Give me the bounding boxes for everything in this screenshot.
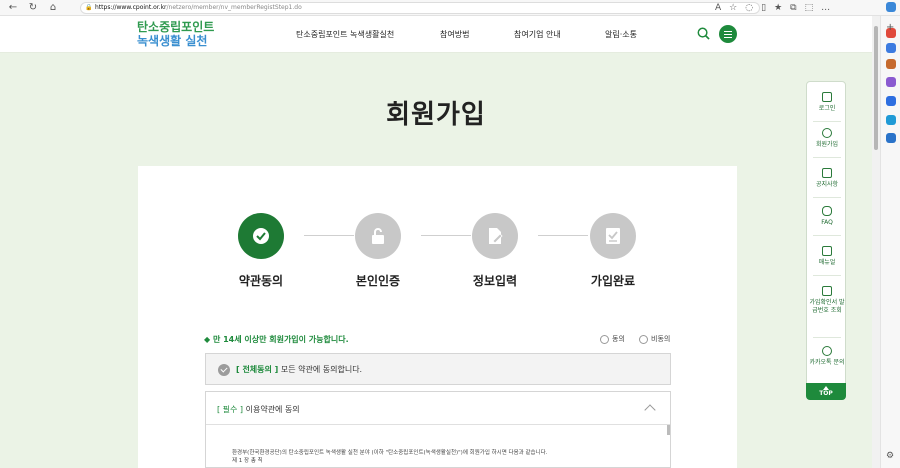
agree-all-label: 모든 약관에 동의합니다. <box>280 365 363 374</box>
quick-faq[interactable]: FAQ <box>807 206 847 227</box>
extensions-icon[interactable]: ⬚ <box>805 2 814 14</box>
step-auth-circle <box>355 213 401 259</box>
step-label-complete: 가입완료 <box>590 274 636 288</box>
complete-document-icon <box>606 228 620 244</box>
step-label-terms: 약관동의 <box>238 274 284 288</box>
quick-certificate[interactable]: 가입확인서 발급번호 조회 <box>807 286 847 314</box>
terms-content[interactable]: 환경부(한국환경공단)의 탄소중립포인트 녹색생활 실천 분야 (이하 "탄소중… <box>232 449 662 465</box>
step-connector <box>421 235 471 236</box>
page-title: 회원가입 <box>386 100 486 130</box>
tag-sidebar-icon[interactable] <box>886 43 896 53</box>
terms-of-use-header[interactable]: [ 필수 ] 이용약관에 동의 <box>217 404 300 415</box>
step-terms-circle <box>238 213 284 259</box>
chevron-up-icon[interactable] <box>644 404 656 416</box>
agree-all-check-icon[interactable] <box>218 364 230 376</box>
radio-disagree-all[interactable]: 비동의 <box>639 334 670 344</box>
more-icon[interactable]: … <box>821 2 830 14</box>
quick-signup-label: 회원가입 <box>815 141 839 148</box>
chat-icon <box>822 206 832 216</box>
nav-item-how-to[interactable]: 참여방법 <box>440 29 514 40</box>
quick-kakao-label: 카카오톡 문의 <box>809 359 845 366</box>
home-icon[interactable]: ⌂ <box>46 1 60 15</box>
quick-faq-label: FAQ <box>821 219 833 226</box>
outlook-sidebar-icon[interactable] <box>886 115 896 125</box>
quick-login-label: 로그인 <box>818 105 836 112</box>
quick-manual-label: 매뉴얼 <box>818 259 836 266</box>
settings-icon[interactable]: ⚙ <box>886 451 894 461</box>
quick-notice[interactable]: 공지사항 <box>807 168 847 189</box>
address-bar[interactable]: 🔒 https://www.cpoint.or.kr/netzero/membe… <box>80 2 760 14</box>
document-icon <box>822 286 832 296</box>
terms-of-use-title: 이용약관에 동의 <box>245 405 300 414</box>
site-header: 탄소중립포인트 녹색생활 실천 탄소중립포인트 녹색생활실천 참여방법 참여기업… <box>0 16 872 53</box>
quick-certificate-label: 가입확인서 발급번호 조회 <box>809 299 845 314</box>
terms-of-use-box: [ 필수 ] 이용약관에 동의 환경부(한국환경공단)의 탄소중립포인트 녹색생… <box>205 391 671 468</box>
lock-icon <box>822 92 832 102</box>
check-circle-icon <box>253 228 269 244</box>
favorite-star-icon[interactable]: ☆ <box>729 2 737 14</box>
terms-chapter: 제 1 장 총 칙 <box>232 458 263 464</box>
nav-item-notice[interactable]: 알림·소통 <box>605 29 637 40</box>
browser-toolbar: ← ↻ ⌂ 🔒 https://www.cpoint.or.kr/netzero… <box>0 0 900 16</box>
step-connector <box>538 235 588 236</box>
quick-kakao[interactable]: 카카오톡 문의 <box>807 346 847 367</box>
site-logo[interactable]: 탄소중립포인트 녹색생활 실천 <box>137 20 214 48</box>
quick-login[interactable]: 로그인 <box>807 92 847 113</box>
page-scrollbar-thumb[interactable] <box>874 26 878 150</box>
nav-item-practice[interactable]: 탄소중립포인트 녹색생활실천 <box>296 29 440 40</box>
copilot-icon[interactable] <box>886 2 896 12</box>
logo-line2: 녹색생활 실천 <box>137 34 208 48</box>
unlock-icon <box>372 228 384 244</box>
book-icon <box>822 246 832 256</box>
quick-manual[interactable]: 매뉴얼 <box>807 246 847 267</box>
step-connector <box>304 235 354 236</box>
search-icon[interactable] <box>697 27 710 40</box>
user-icon <box>822 128 832 138</box>
radio-agree-all[interactable]: 동의 <box>600 334 625 344</box>
nav-item-companies[interactable]: 참여기업 안내 <box>514 29 605 40</box>
edge-sidebar: + ⚙ <box>880 2 900 468</box>
add-icon[interactable]: + <box>886 22 894 33</box>
age-notice: ◆ 만 14세 이상만 회원가입이 가능합니다. <box>204 335 349 344</box>
divider <box>206 424 670 425</box>
office-sidebar-icon[interactable] <box>886 96 896 106</box>
step-complete-circle <box>590 213 636 259</box>
collections-icon[interactable]: ⧉ <box>790 2 796 14</box>
edit-document-icon <box>489 228 503 244</box>
refresh-icon[interactable]: ↻ <box>26 1 40 15</box>
agree-all-text: [ 전체동의 ] 모든 약관에 동의합니다. <box>236 364 362 375</box>
url-path: /netzero/member/nv_memberRegistStep1.do <box>166 4 302 11</box>
step-info-circle <box>472 213 518 259</box>
agree-all-box[interactable]: [ 전체동의 ] 모든 약관에 동의합니다. <box>205 353 671 385</box>
radio-agree[interactable] <box>600 334 609 344</box>
terms-body: 환경부(한국환경공단)의 탄소중립포인트 녹색생활 실천 분야 (이하 "탄소중… <box>232 450 548 456</box>
megaphone-icon <box>822 168 832 178</box>
lock-icon: 🔒 <box>85 4 93 11</box>
refresh-page-icon[interactable]: ◌ <box>745 2 753 14</box>
favorites-icon[interactable]: ★ <box>774 2 782 14</box>
logo-line1: 탄소중립포인트 <box>137 20 215 34</box>
radio-disagree[interactable] <box>639 334 648 344</box>
games-sidebar-icon[interactable] <box>886 77 896 87</box>
step-label-info: 정보입력 <box>472 274 518 288</box>
required-badge: [ 필수 ] <box>217 405 244 414</box>
read-aloud-icon[interactable]: A <box>715 2 721 14</box>
quick-signup[interactable]: 회원가입 <box>807 128 847 149</box>
quick-notice-label: 공지사항 <box>815 181 839 188</box>
radio-agree-label: 동의 <box>612 335 625 343</box>
back-icon[interactable]: ← <box>6 1 20 15</box>
word-sidebar-icon[interactable] <box>886 133 896 143</box>
terms-scrollbar[interactable] <box>667 425 670 435</box>
hamburger-menu-icon[interactable] <box>719 25 737 43</box>
scroll-top-button[interactable]: TOP <box>806 383 846 400</box>
toolbox-sidebar-icon[interactable] <box>886 59 896 69</box>
quick-menu: 로그인 회원가입 공지사항 FAQ 매뉴얼 가입확인서 발급번호 조회 카카오톡… <box>806 81 846 400</box>
step-label-auth: 본인인증 <box>355 274 401 288</box>
split-screen-icon[interactable]: ▯ <box>761 2 766 14</box>
url-host: https://www.cpoint.or.kr <box>95 4 167 11</box>
agree-all-prefix: [ 전체동의 ] <box>236 365 279 374</box>
global-nav: 탄소중립포인트 녹색생활실천 참여방법 참여기업 안내 알림·소통 <box>296 29 637 40</box>
radio-disagree-label: 비동의 <box>651 335 671 343</box>
kakao-icon <box>822 346 832 356</box>
